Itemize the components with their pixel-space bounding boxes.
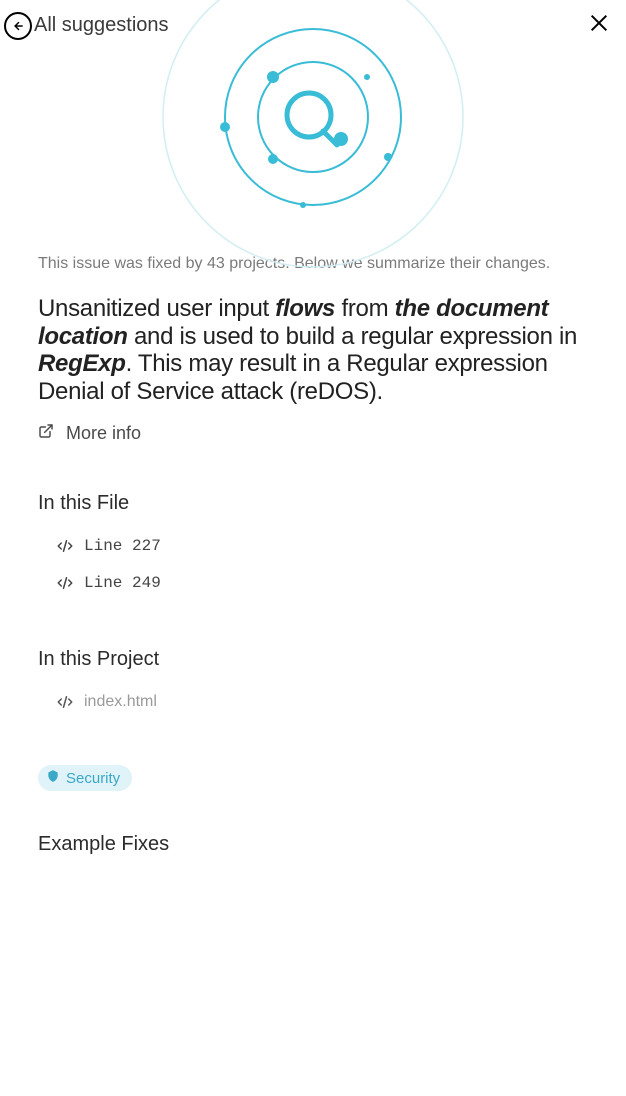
desc-text: Unsanitized user input (38, 295, 275, 322)
desc-emph: RegExp (38, 350, 126, 377)
in-this-project-title: In this Project (38, 648, 588, 671)
security-badge-label: Security (66, 770, 120, 787)
external-link-icon (38, 423, 54, 444)
project-file-item[interactable]: index.html (38, 689, 588, 715)
security-badge: Security (38, 765, 132, 791)
code-icon (56, 574, 74, 592)
code-icon (56, 537, 74, 555)
more-info-link[interactable]: More info (38, 423, 141, 444)
shield-icon (46, 769, 60, 787)
file-line-item[interactable]: Line 227 (38, 533, 588, 559)
project-file-label: index.html (84, 693, 157, 711)
issue-description: Unsanitized user input flows from the do… (38, 295, 588, 405)
file-line-item[interactable]: Line 249 (38, 570, 588, 596)
desc-text: and is used to build a regular expressio… (128, 323, 577, 350)
desc-text: from (335, 295, 395, 322)
more-info-label: More info (66, 423, 141, 444)
file-line-label: Line 249 (84, 574, 161, 592)
example-fixes-title: Example Fixes (38, 833, 588, 856)
file-line-label: Line 227 (84, 537, 161, 555)
code-icon (56, 693, 74, 711)
main-content: This issue was fixed by 43 projects. Bel… (0, 255, 626, 1096)
hero-illustration (0, 7, 626, 247)
desc-emph: flows (275, 295, 335, 322)
in-this-file-title: In this File (38, 492, 588, 515)
